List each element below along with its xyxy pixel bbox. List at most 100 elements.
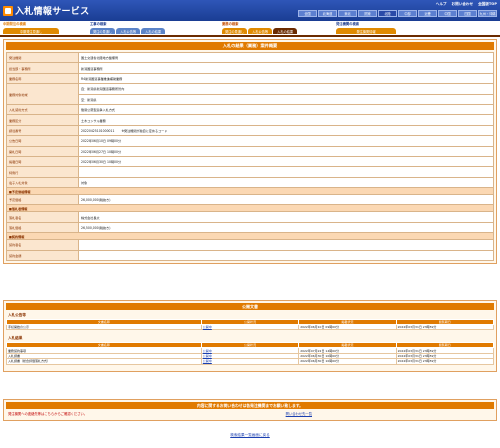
- doc-posted: 2022年06月30日 10時00分: [298, 358, 397, 365]
- contract-section-title: ■契約情報: [6, 232, 494, 241]
- site-header: 入札情報サービス ヘルプ お問い合わせ 全国版TOP 全国 北海道 東北 関東 …: [0, 0, 500, 21]
- row-label: 掲載日時: [6, 155, 79, 168]
- agency-group: 発注機関の検索 発注機関情報: [336, 22, 396, 34]
- table-row: 業務対象地域 自：新潟県新潟国道事務所管内: [6, 83, 494, 105]
- doc-posted: 2022年06月10日 09時00分: [298, 323, 397, 331]
- notice-documents-table: 文書名称 公開状況 掲載状況 閲覧期日 手続開始の公示 公開中 2022年06月…: [6, 319, 495, 331]
- doc-name: 入札調書（総合評価落札方式）: [6, 358, 202, 365]
- region-tab-hokkaido[interactable]: 北海道: [318, 10, 337, 17]
- inquiry-row: 発注機関への連絡先等はこちらからご確認ください。 問い合わせ先一覧: [6, 409, 494, 418]
- row-label: 契約者名: [6, 239, 79, 251]
- region-tab-national[interactable]: 全国: [298, 10, 317, 17]
- result-documents-table: 文書名称 公開状況 掲載状況 閲覧期日 業務契約事項 公開中 2022年07月2…: [6, 342, 495, 365]
- header-links: ヘルプ お問い合わせ 全国版TOP: [436, 2, 497, 7]
- tab-service-notice[interactable]: 入札公告等: [248, 28, 273, 34]
- result-detail-panel: 入札の結果（業務）案件概要 発注機関 国土交通省北陸地方整備局 担当部・事務所 …: [3, 39, 497, 265]
- table-row: 入札調書（総合評価落札方式） 公開中 2022年06月30日 10時00分 20…: [6, 358, 495, 365]
- row-value: 26,000,000(税抜き): [78, 194, 494, 206]
- tab-construction-notice[interactable]: 入札公告等: [116, 28, 141, 34]
- row-value: R4新潟国道事業推進補助業務: [78, 72, 494, 85]
- detail-heading: 入札の結果（業務）案件概要: [6, 42, 494, 50]
- table-row: 発注機関 国土交通省北陸地方整備局: [6, 51, 494, 64]
- table-row: 落札者名 株式会社長大: [6, 211, 494, 223]
- notice-section-title: 入札公告等: [8, 313, 26, 317]
- table-row: 開札日時 2022年06月27日 10時00分: [6, 145, 494, 157]
- national-top-link[interactable]: 全国版TOP: [478, 2, 497, 7]
- row-value: 2022年06月10日 09時00分: [78, 135, 494, 147]
- tab-midterm-outlook[interactable]: 中期発注見通し: [3, 28, 59, 34]
- midterm-group: 中期発注の検索 中期発注見通し: [3, 22, 59, 34]
- table-row: 落札価格 26,500,000(税抜き): [6, 221, 494, 234]
- tab-construction-result[interactable]: 入札の結果: [141, 28, 166, 34]
- table-row: 業務名称 R4新潟国道事業推進補助業務: [6, 72, 494, 85]
- region-tab-kanto[interactable]: 関東: [358, 10, 377, 17]
- row-label: 担当部・事務所: [6, 62, 79, 74]
- table-row: 手続開始の公示 公開中 2022年06月10日 09時00分 2024年03月3…: [6, 323, 495, 331]
- tab-agency-info[interactable]: 発注機関情報: [336, 28, 396, 34]
- table-row: 公告日時 2022年06月10日 09時00分: [6, 135, 494, 147]
- inquiry-panel: 内容に関するお問い合わせは各発注機関までお願い致します。 発注機関への連絡先等は…: [3, 399, 497, 421]
- agency-group-title: 発注機関の検索: [336, 22, 360, 26]
- table-row: 契約者名: [6, 239, 494, 251]
- section-row: ■予定価格情報: [6, 187, 494, 196]
- inquiry-heading: 内容に関するお問い合わせは各発注機関までお願い致します。: [6, 402, 494, 409]
- tab-construction-outlook[interactable]: 発注の見通し: [90, 28, 116, 34]
- region-tab-hokuriku[interactable]: 北陸: [378, 10, 397, 17]
- documents-heading: 公開文書: [6, 303, 494, 310]
- region-tab-shikoku[interactable]: 四国: [458, 10, 477, 17]
- row-label: 公告日時: [6, 135, 79, 147]
- tab-service-outlook[interactable]: 発注の見通し: [222, 28, 248, 34]
- region-tab-kinki[interactable]: 近畿: [418, 10, 437, 17]
- region-tab-chubu[interactable]: 中部: [398, 10, 417, 17]
- row-label: 特例行: [6, 166, 79, 178]
- site-logo[interactable]: 入札情報サービス: [3, 3, 89, 18]
- row-label: 発注機関: [6, 51, 79, 64]
- row-value-from: 自：新潟県新潟国道事務所管内: [78, 83, 494, 95]
- region-tab-tohoku[interactable]: 東北: [338, 10, 357, 17]
- row-label: 落札価格: [6, 221, 79, 234]
- result-section-title: 入札結果: [8, 336, 23, 341]
- table-row: 担当部・事務所 新潟国道事務所: [6, 62, 494, 74]
- doc-name: 手続開始の公示: [6, 323, 202, 331]
- inquiry-text: 発注機関への連絡先等はこちらからご確認ください。: [8, 412, 88, 416]
- contact-list-link[interactable]: 問い合わせ先一覧: [286, 411, 312, 416]
- table-row: 業務区分 土木コンサル業務: [6, 114, 494, 126]
- table-row: 掲載日時 2022年06月30日 10時00分: [6, 155, 494, 168]
- tab-service-result[interactable]: 入札の結果: [273, 28, 298, 34]
- row-value: 国土交通省北陸地方整備局: [78, 51, 494, 64]
- public-documents-panel: 公開文書 入札公告等 文書名称 公開状況 掲載状況 閲覧期日 手続開始の公示 公…: [3, 300, 497, 372]
- table-row: 入札契約方式 簡易公募型競争入札方式: [6, 103, 494, 116]
- row-value: 2022年06月30日 10時00分: [78, 155, 494, 168]
- row-label: 調達番号: [6, 124, 79, 137]
- row-label: 業務名称: [6, 72, 79, 85]
- doc-status-link[interactable]: 公開中: [200, 358, 300, 365]
- doc-until: 2024年03月31日 23時59分: [395, 358, 495, 365]
- construction-group-title: 工事の検索: [90, 22, 107, 26]
- table-row: 特例行: [6, 166, 494, 178]
- table-row: 予定価格 26,000,000(税抜き): [6, 194, 494, 206]
- detail-table: 発注機関 国土交通省北陸地方整備局 担当部・事務所 新潟国道事務所 業務名称 R…: [6, 51, 494, 262]
- table-row: 電子入札対象 対象: [6, 176, 494, 189]
- row-value: 対象: [78, 176, 494, 189]
- region-tab-chugoku[interactable]: 中国: [438, 10, 457, 17]
- region-tab-kyushu[interactable]: 九州・沖縄: [478, 10, 497, 17]
- row-value: 株式会社長大: [78, 211, 494, 223]
- logo-mark-icon: [3, 5, 13, 16]
- section-row: ■落札者情報: [6, 204, 494, 213]
- row-value: 簡易公募型競争入札方式: [78, 103, 494, 116]
- site-title: 入札情報サービス: [15, 7, 90, 17]
- row-value: 26,500,000(税抜き): [78, 221, 494, 234]
- back-to-results-link[interactable]: 検索結果一覧画面に戻る: [0, 433, 500, 438]
- row-value: [78, 166, 494, 178]
- help-link[interactable]: ヘルプ: [436, 2, 447, 7]
- row-value: 新潟国道事務所: [78, 62, 494, 74]
- row-label: 落札者名: [6, 211, 79, 223]
- search-tab-strip: 中期発注の検索 中期発注見通し 工事の検索 発注の見通し 入札公告等 入札の結果…: [0, 21, 500, 36]
- row-label: 入札契約方式: [6, 103, 79, 116]
- doc-status-link[interactable]: 公開中: [200, 323, 300, 331]
- procurement-number: 20220425101000011: [81, 128, 115, 133]
- region-nav: 全国 北海道 東北 関東 北陸 中部 近畿 中国 四国 九州・沖縄: [298, 10, 497, 17]
- row-value-to: 至：新潟県: [78, 93, 494, 105]
- row-label: 業務区分: [6, 114, 79, 126]
- contact-link[interactable]: お問い合わせ: [452, 2, 474, 7]
